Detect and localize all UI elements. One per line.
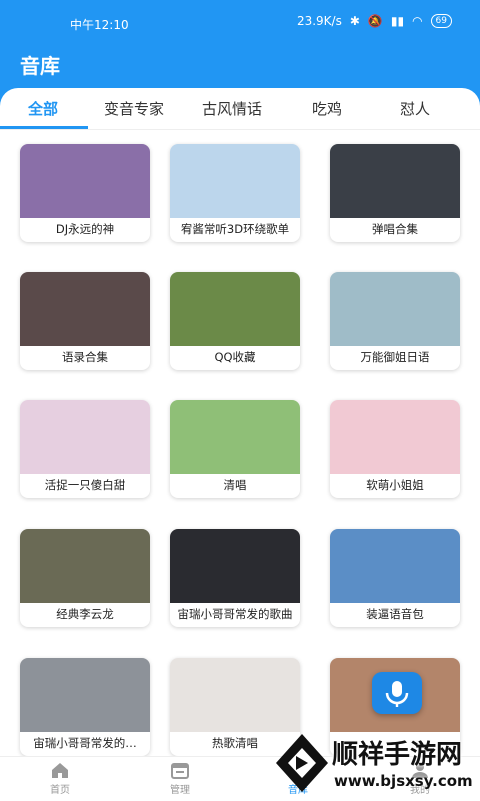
logo-icon xyxy=(276,734,328,792)
voice-record-button[interactable] xyxy=(372,672,422,714)
status-right: 23.9K/s ✱ 🔕 ▮▮ ◠ 69 xyxy=(297,14,452,28)
microphone-icon xyxy=(385,681,409,707)
card-cover-image xyxy=(20,144,150,218)
calendar-icon xyxy=(171,763,189,779)
card-cover-image xyxy=(330,400,460,474)
card-cover-image xyxy=(170,144,300,218)
site-watermark: 顺祥手游网 www.bjsxsy.com xyxy=(270,730,480,800)
card-cover-image xyxy=(170,400,300,474)
category-tabs: 全部 变音专家 古风情话 吃鸡 怼人 xyxy=(0,88,480,130)
tabs-divider xyxy=(0,129,480,130)
sound-card[interactable]: 语录合集 xyxy=(20,272,150,370)
card-title: 弹唱合集 xyxy=(372,222,418,236)
sound-card[interactable]: QQ收藏 xyxy=(170,272,300,370)
sound-card[interactable]: 万能御姐日语 xyxy=(330,272,460,370)
home-icon xyxy=(52,763,68,778)
card-title: 经典李云龙 xyxy=(56,607,114,621)
sound-card[interactable]: 宙瑞小哥哥常发的歌曲 xyxy=(170,529,300,627)
card-title: 清唱 xyxy=(223,478,247,492)
tab-roast[interactable]: 怼人 xyxy=(400,98,430,119)
card-cover-image xyxy=(330,272,460,346)
mute-icon: 🔕 xyxy=(367,14,383,28)
app-bar: 音库 xyxy=(0,44,480,88)
nav-manage-label: 管理 xyxy=(170,785,190,796)
sound-card[interactable]: 软萌小姐姐 xyxy=(330,400,460,498)
sound-card[interactable]: 宙瑞小哥哥常发的… xyxy=(20,658,150,756)
status-bar: 中午12:10 23.9K/s ✱ 🔕 ▮▮ ◠ 69 xyxy=(0,0,480,44)
card-title: 装逼语音包 xyxy=(366,607,424,621)
card-title: 万能御姐日语 xyxy=(360,350,430,364)
sound-card[interactable]: 清唱 xyxy=(170,400,300,498)
card-title: QQ收藏 xyxy=(214,350,256,364)
card-cover-image xyxy=(20,272,150,346)
watermark-url: www.bjsxsy.com xyxy=(334,772,473,790)
tab-ancient-love[interactable]: 古风情话 xyxy=(202,98,262,119)
tab-chicken[interactable]: 吃鸡 xyxy=(312,98,342,119)
card-cover-image xyxy=(330,529,460,603)
main-content: 全部 变音专家 古风情话 吃鸡 怼人 DJ永远的神 宥酱常听3D环绕歌单 弹唱合… xyxy=(0,88,480,756)
watermark-brand: 顺祥手游网 xyxy=(332,740,463,770)
battery-indicator: 69 xyxy=(430,14,452,28)
tab-all[interactable]: 全部 xyxy=(28,98,58,119)
bluetooth-icon: ✱ xyxy=(349,14,360,28)
network-speed: 23.9K/s xyxy=(296,14,342,28)
tab-voice-expert[interactable]: 变音专家 xyxy=(104,98,164,119)
nav-home[interactable]: 首页 xyxy=(30,761,90,796)
sound-card[interactable]: 活捉一只傻白甜 xyxy=(20,400,150,498)
wifi-icon: ◠ xyxy=(412,14,423,28)
sound-card[interactable]: 装逼语音包 xyxy=(330,529,460,627)
card-cover-image xyxy=(170,529,300,603)
signal-icon: ▮▮ xyxy=(390,14,405,28)
card-title: 活捉一只傻白甜 xyxy=(44,478,126,492)
card-title: DJ永远的神 xyxy=(55,222,115,236)
sound-card[interactable]: 经典李云龙 xyxy=(20,529,150,627)
nav-home-label: 首页 xyxy=(50,785,70,796)
card-title: 宙瑞小哥哥常发的… xyxy=(33,736,137,750)
card-cover-image xyxy=(170,272,300,346)
card-cover-image xyxy=(20,529,150,603)
card-cover-image xyxy=(20,400,150,474)
sound-card[interactable]: DJ永远的神 xyxy=(20,144,150,242)
nav-manage[interactable]: 管理 xyxy=(150,761,210,796)
card-title: 宙瑞小哥哥常发的歌曲 xyxy=(177,607,293,621)
page-title: 音库 xyxy=(20,54,60,78)
sound-card[interactable]: 宥酱常听3D环绕歌单 xyxy=(170,144,300,242)
card-title: 软萌小姐姐 xyxy=(366,478,424,492)
card-cover-image xyxy=(170,658,300,732)
card-cover-image xyxy=(330,144,460,218)
card-title: 语录合集 xyxy=(62,350,108,364)
card-title: 宥酱常听3D环绕歌单 xyxy=(180,222,290,236)
card-cover-image xyxy=(20,658,150,732)
status-time: 中午12:10 xyxy=(70,18,129,32)
sound-card[interactable]: 弹唱合集 xyxy=(330,144,460,242)
